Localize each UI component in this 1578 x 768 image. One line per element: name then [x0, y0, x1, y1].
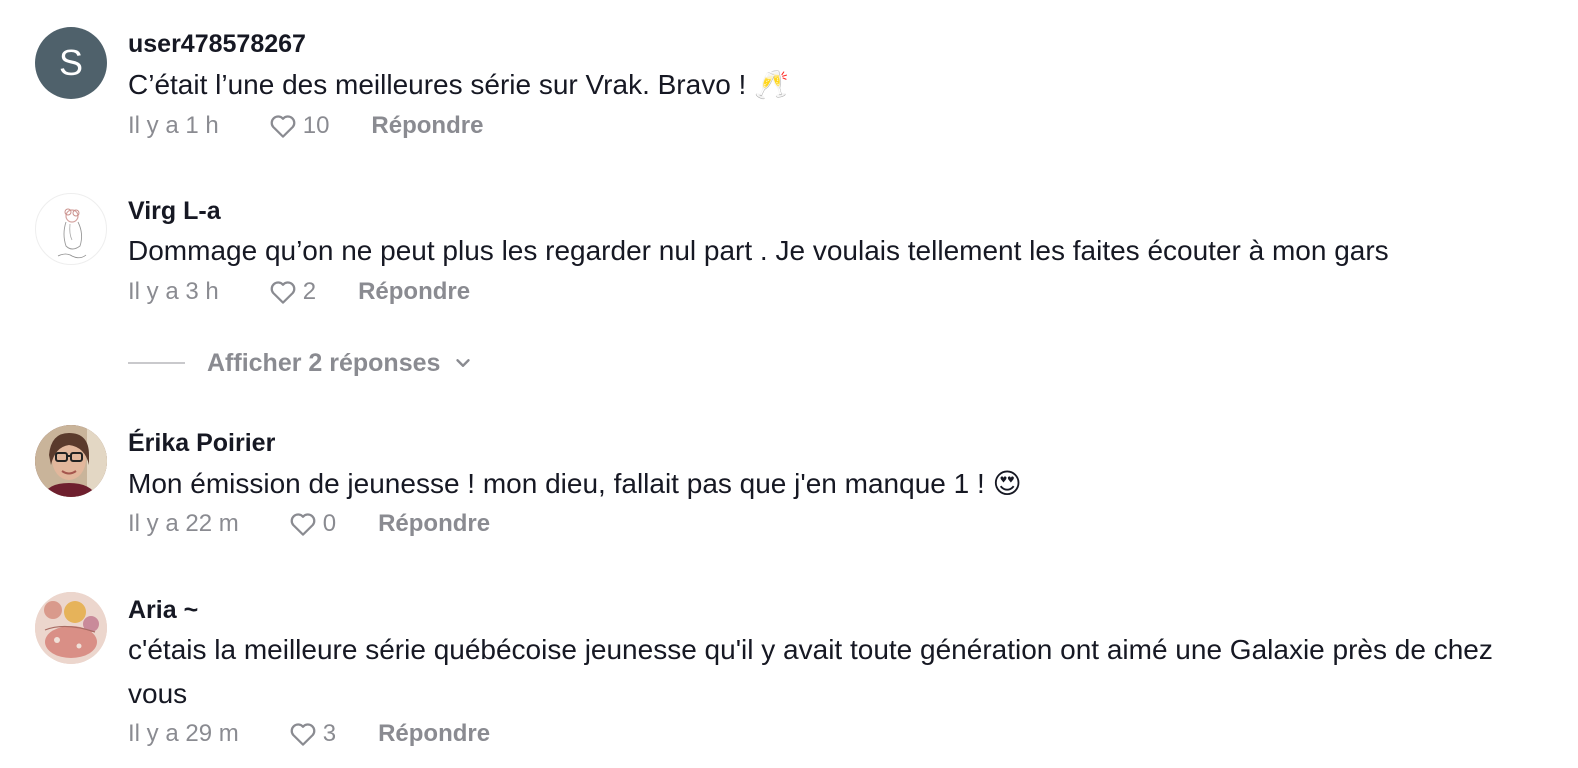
view-replies-label: Afficher 2 réponses — [207, 348, 441, 377]
avatar[interactable] — [35, 193, 107, 265]
reply-button[interactable]: Répondre — [358, 278, 470, 306]
reply-button[interactable]: Répondre — [378, 510, 490, 538]
like-button[interactable]: 3 — [287, 719, 336, 749]
like-button[interactable]: 10 — [267, 111, 330, 141]
reply-button[interactable]: Répondre — [371, 112, 483, 140]
comment-meta: Il y a 3 h 2 Répondre — [128, 276, 470, 308]
heart-icon — [270, 115, 296, 138]
like-count: 0 — [322, 510, 337, 537]
photo-avatar-image — [35, 425, 107, 497]
comment-timestamp: Il y a 1 h — [128, 112, 219, 139]
illustrated-avatar-image — [35, 592, 107, 664]
comment-text: Mon émission de jeunesse ! mon dieu, fal… — [128, 468, 1022, 499]
comment-username[interactable]: Virg L-a — [128, 197, 221, 226]
like-count: 3 — [322, 720, 337, 747]
comment-meta: Il y a 29 m 3 Répondre — [128, 718, 490, 750]
like-count: 2 — [302, 278, 317, 305]
divider-line — [128, 362, 185, 364]
comment-username[interactable]: Aria ~ — [128, 596, 198, 625]
avatar-initial: S — [58, 42, 83, 83]
like-count: 10 — [302, 112, 330, 139]
view-replies-button[interactable]: Afficher 2 réponses — [128, 344, 474, 382]
comment-meta: Il y a 22 m 0 Répondre — [128, 508, 490, 540]
avatar[interactable] — [35, 592, 107, 664]
chevron-down-icon — [456, 359, 471, 367]
avatar[interactable] — [35, 425, 107, 497]
comment-timestamp: Il y a 29 m — [128, 720, 239, 747]
comment-text: Dommage qu’on ne peut plus les regarder … — [128, 235, 1389, 266]
avatar[interactable]: S — [35, 27, 107, 99]
heart-icon — [290, 513, 316, 536]
comment-meta: Il y a 1 h 10 Répondre — [128, 110, 483, 142]
comment-username[interactable]: user478578267 — [128, 30, 306, 59]
heart-icon — [290, 723, 316, 746]
comment-timestamp: Il y a 22 m — [128, 510, 239, 537]
like-button[interactable]: 2 — [267, 277, 316, 307]
sketch-avatar-image — [57, 208, 87, 259]
reply-button[interactable]: Répondre — [378, 720, 490, 748]
comment-text: C’était l’une des meilleures série sur V… — [128, 69, 789, 100]
comment-username[interactable]: Érika Poirier — [128, 429, 275, 458]
like-button[interactable]: 0 — [287, 509, 336, 539]
heart-icon — [270, 281, 296, 304]
comment-text: c'étais la meilleure série québécoise je… — [128, 634, 1493, 709]
comment-timestamp: Il y a 3 h — [128, 278, 219, 305]
